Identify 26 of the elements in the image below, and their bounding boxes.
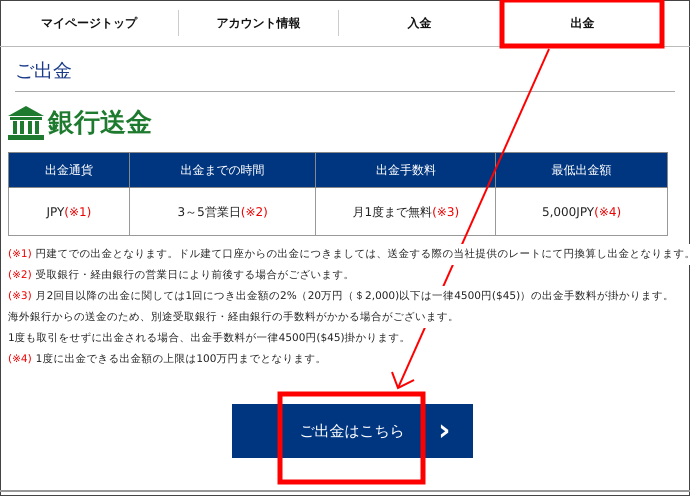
- footnote-mark: (※4): [594, 204, 622, 218]
- table-cell: 3～5営業日: [177, 204, 241, 218]
- note-text: 円建てでの出金となります。ドル建て口座からの出金につきましては、送金する際の当社提供のレートにて円換算し出金となります。: [36, 244, 690, 265]
- footnote-mark: (※2): [8, 268, 32, 283]
- nav-tab[interactable]: アカウント情報: [178, 10, 338, 36]
- footnote-mark: (※1): [64, 204, 92, 218]
- table-cell: JPY: [46, 204, 64, 218]
- column-header: 出金までの時間: [129, 152, 316, 188]
- column-header: 出金手数料: [316, 152, 496, 188]
- footnote-mark: (※3): [8, 289, 32, 304]
- nav-tab[interactable]: マイページトップ: [0, 10, 178, 36]
- footnote-mark: (※2): [240, 204, 268, 218]
- page-title: ご出金: [15, 57, 675, 92]
- column-header: 出金通貨: [8, 152, 130, 188]
- withdraw-button[interactable]: ご出金はこちら ›: [232, 404, 472, 458]
- footnote-mark: (※1): [8, 247, 32, 262]
- bank-icon: [8, 106, 44, 140]
- column-header: 最低出金額: [496, 152, 668, 188]
- footnote-mark: (※3): [432, 204, 460, 218]
- nav-tab[interactable]: 出金: [500, 10, 665, 36]
- table-cell: 月1度まで無料: [352, 204, 432, 218]
- chevron-icon: ›: [438, 416, 450, 446]
- section-title: 銀行送金: [48, 107, 152, 140]
- footnote-mark: (※4): [8, 352, 32, 367]
- table-cell: 5,000JPY: [542, 204, 594, 218]
- nav-tab[interactable]: 入金: [338, 10, 500, 36]
